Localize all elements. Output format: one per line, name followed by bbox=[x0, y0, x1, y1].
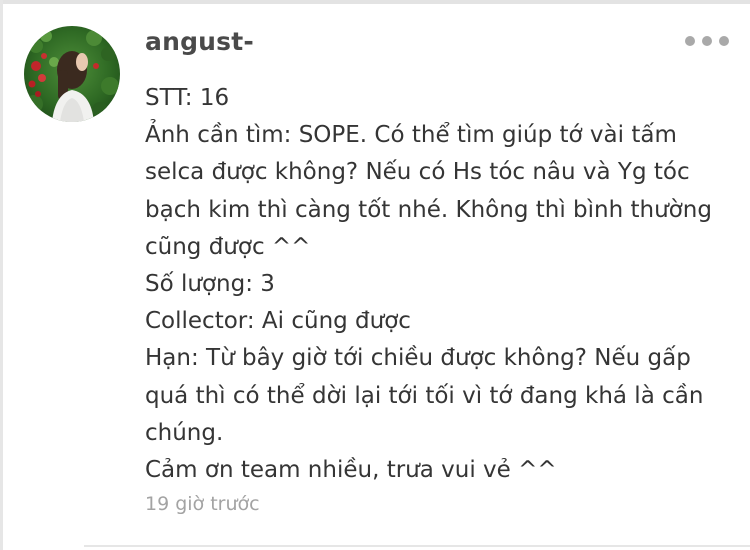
comment-line: selca được không? Nếu có Hs tóc nâu và Y… bbox=[145, 159, 690, 186]
more-dot-icon bbox=[719, 36, 729, 46]
comment-line: bạch kim thì càng tốt nhé. Không thì bìn… bbox=[145, 196, 712, 223]
comment-body: STT: 16 Ảnh cần tìm: SOPE. Có thể tìm gi… bbox=[145, 80, 735, 489]
avatar-image bbox=[24, 26, 120, 122]
comment-line: Cảm ơn team nhiều, trưa vui vẻ ^^ bbox=[145, 457, 557, 484]
divider bbox=[84, 545, 750, 547]
comment-line: Ảnh cần tìm: SOPE. Có thể tìm giúp tớ và… bbox=[145, 122, 677, 149]
comment-item: angust- STT: 16 Ảnh cần tìm: SOPE. Có th… bbox=[0, 0, 750, 550]
more-options-button[interactable] bbox=[685, 30, 729, 52]
more-dot-icon bbox=[702, 36, 712, 46]
comment-line: Số lượng: 3 bbox=[145, 271, 275, 298]
username[interactable]: angust- bbox=[145, 27, 254, 56]
comment-line: cũng được ^^ bbox=[145, 233, 311, 260]
more-dot-icon bbox=[685, 36, 695, 46]
comment-line: chúng. bbox=[145, 419, 224, 446]
comment-line: STT: 16 bbox=[145, 85, 230, 111]
comment-line: Hạn: Từ bây giờ tới chiều được không? Nế… bbox=[145, 345, 691, 372]
comment-line: quá thì có thể dời lại tới tối vì tớ đan… bbox=[145, 382, 704, 409]
comment-line: Collector: Ai cũng được bbox=[145, 308, 411, 335]
timestamp: 19 giờ trước bbox=[145, 493, 260, 515]
avatar[interactable] bbox=[24, 26, 120, 122]
